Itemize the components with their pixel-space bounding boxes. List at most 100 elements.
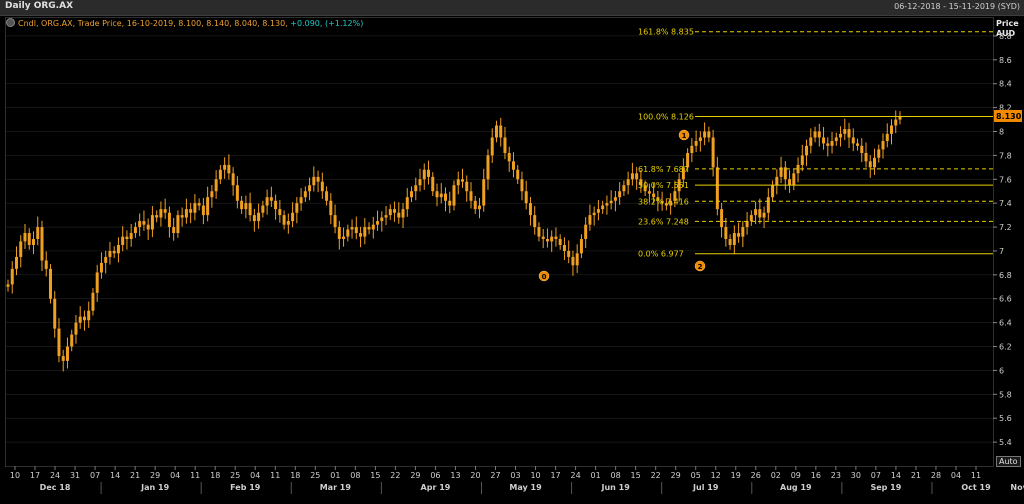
candle-body	[223, 164, 227, 170]
candle-body	[78, 316, 82, 323]
candle-body	[448, 200, 452, 206]
candle-body	[354, 227, 358, 234]
x-tick-label: 22	[651, 471, 661, 480]
candle-body	[741, 227, 745, 237]
candle-body	[758, 209, 762, 218]
candle-body	[14, 256, 18, 269]
x-tick-label: 01	[330, 471, 340, 480]
x-tick-label: 07	[90, 471, 100, 480]
candle-body	[116, 244, 120, 254]
candle-body	[146, 224, 150, 230]
candle-body	[23, 233, 27, 242]
x-tick-label: 10	[530, 471, 540, 480]
candle-body	[860, 145, 864, 153]
candle-body	[227, 164, 231, 174]
x-tick-label: 04	[951, 471, 961, 480]
candle-body	[868, 161, 872, 168]
candle-body	[843, 129, 847, 134]
y-tick-label: 7.6	[999, 175, 1012, 184]
x-tick-label: 08	[611, 471, 621, 480]
y-tick-label: 8	[999, 127, 1004, 136]
candle-body	[61, 356, 65, 361]
candle-body	[337, 227, 341, 240]
candle-body	[558, 239, 562, 245]
y-tick-label: 8.8	[999, 32, 1012, 41]
fib-level-label: 100.0% 8.126	[638, 112, 694, 121]
x-tick-label: 04	[170, 471, 180, 480]
candle-body	[584, 224, 588, 240]
candle-body	[129, 233, 133, 240]
candle-body	[410, 191, 414, 198]
fib-level-label: 61.8% 7.687	[638, 165, 689, 174]
candle-body	[618, 191, 622, 198]
candle-body	[363, 227, 367, 237]
candle-body	[286, 221, 290, 225]
candle-body	[537, 227, 541, 237]
y-tick-label: 6.4	[999, 319, 1012, 328]
candle-body	[528, 203, 532, 216]
candle-body	[711, 137, 715, 168]
candle-body	[579, 239, 583, 254]
y-tick-label: 5.6	[999, 414, 1012, 423]
candle-body	[439, 193, 443, 198]
candle-body	[482, 179, 486, 206]
candle-body	[822, 137, 826, 144]
candle-body	[308, 185, 312, 192]
x-tick-label: 18	[210, 471, 220, 480]
candle-body	[622, 185, 626, 192]
candle-body	[847, 129, 851, 138]
candle-body	[325, 191, 329, 201]
candle-body	[235, 185, 239, 201]
candle-body	[805, 145, 809, 156]
candle-body	[707, 131, 711, 138]
x-tick-label: 21	[911, 471, 921, 480]
candle-body	[694, 141, 698, 146]
y-tick-label: 7.4	[999, 199, 1012, 208]
x-month-label: Jul 19	[692, 483, 719, 492]
candle-body	[881, 141, 885, 150]
candle-body	[257, 212, 261, 222]
x-tick-label: 31	[70, 471, 80, 480]
candle-body	[346, 229, 350, 237]
candle-body	[524, 191, 528, 204]
candle-body	[329, 200, 333, 216]
x-tick-label: 05	[691, 471, 701, 480]
candle-body	[507, 152, 511, 162]
candle-body	[792, 173, 796, 186]
candle-body	[690, 145, 694, 153]
candle-body	[499, 125, 503, 138]
candle-body	[550, 236, 554, 242]
wave-marker-label: 1	[682, 132, 687, 140]
x-tick-label: 26	[751, 471, 761, 480]
x-tick-label: 25	[230, 471, 240, 480]
y-tick-label: 6.6	[999, 295, 1012, 304]
candle-body	[380, 217, 384, 222]
candle-body	[350, 227, 354, 230]
candle-body	[218, 169, 222, 180]
candle-body	[834, 137, 838, 142]
candle-body	[601, 205, 605, 210]
candle-body	[172, 227, 176, 234]
x-tick-label: 02	[771, 471, 781, 480]
last-price-label: 8.130	[996, 112, 1022, 121]
x-tick-label: 20	[470, 471, 480, 480]
candle-body	[189, 209, 193, 213]
candle-body	[376, 221, 380, 225]
candle-body	[342, 236, 346, 240]
candle-body	[494, 125, 498, 138]
fib-level-label: 0.0% 6.977	[638, 250, 684, 259]
candle-body	[95, 272, 99, 293]
candle-body	[703, 131, 707, 138]
candle-body	[800, 155, 804, 165]
candle-body	[745, 221, 749, 228]
candle-body	[766, 197, 770, 213]
candle-body	[545, 239, 549, 242]
candle-body	[588, 215, 592, 225]
x-tick-label: 11	[190, 471, 200, 480]
candle-body	[775, 176, 779, 186]
candle-body	[388, 209, 392, 216]
y-tick-label: 7	[999, 247, 1004, 256]
candle-body	[180, 215, 184, 218]
candle-body	[299, 197, 303, 204]
x-tick-label: 10	[10, 471, 20, 480]
